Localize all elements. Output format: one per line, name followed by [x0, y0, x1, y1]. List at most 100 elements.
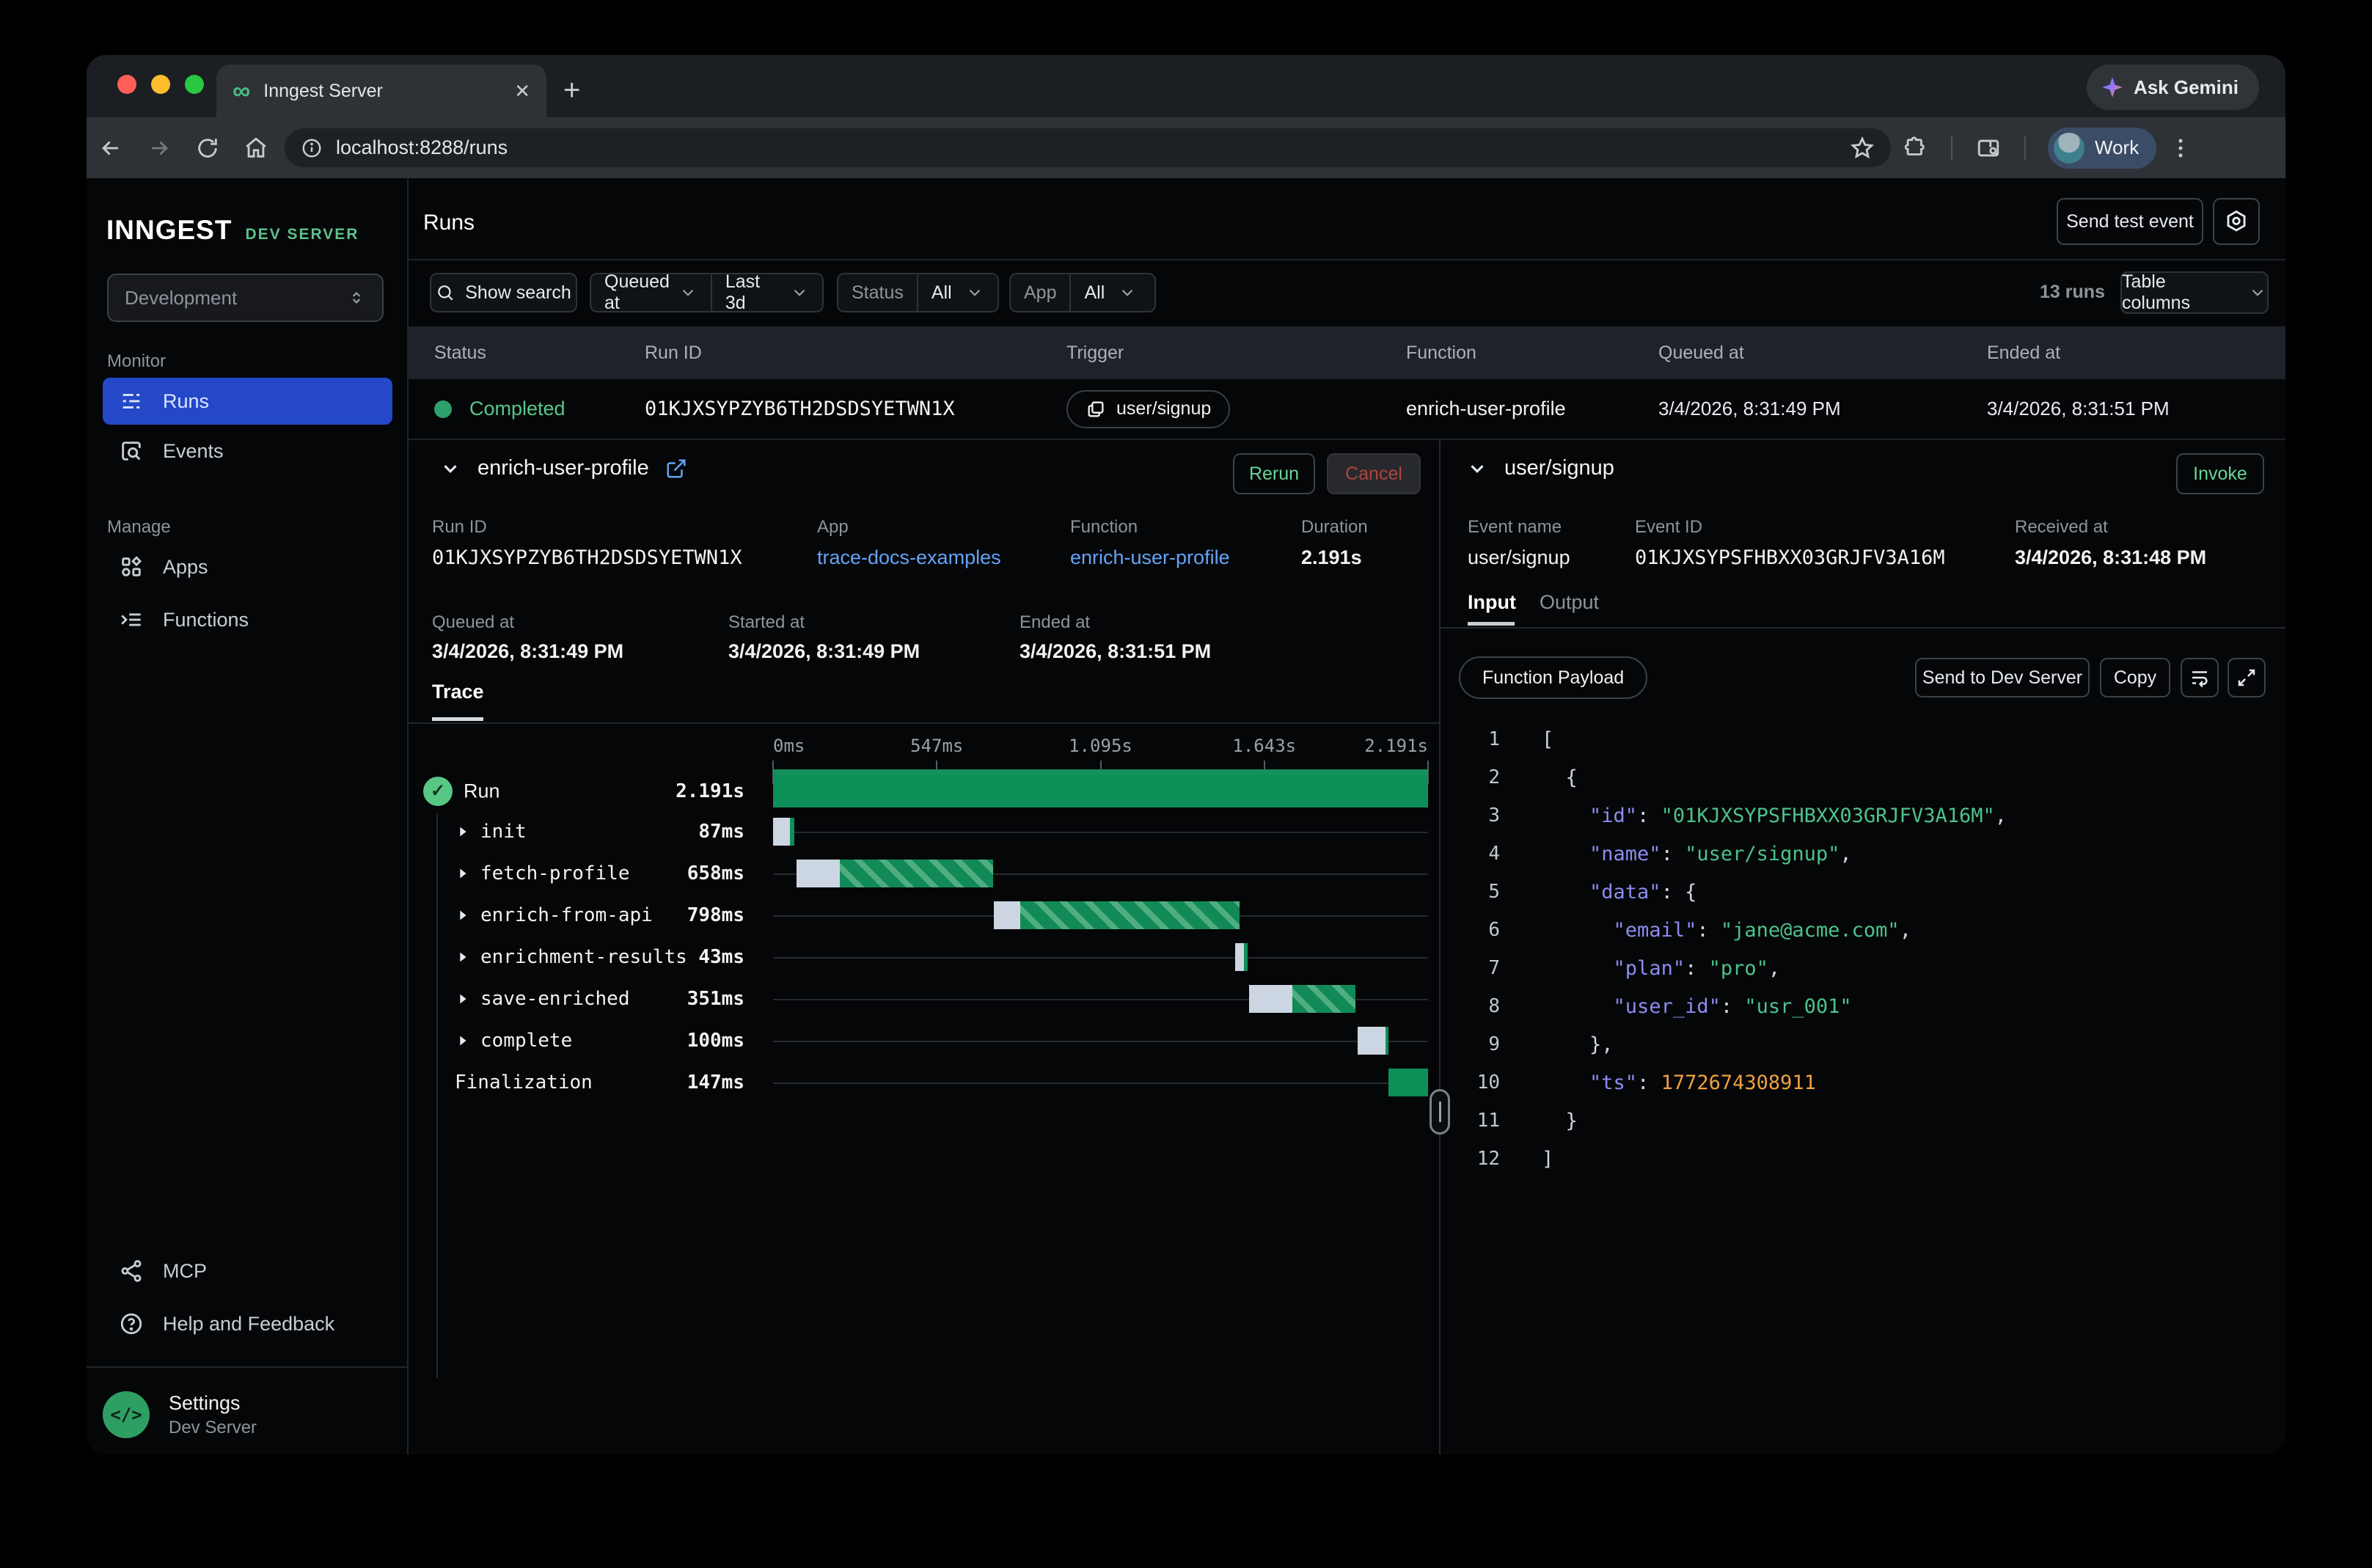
new-tab-button[interactable]: +	[563, 76, 580, 105]
sidebar-item-functions[interactable]: Functions	[103, 596, 392, 643]
sidebar-item-label: Apps	[163, 556, 208, 579]
minimize-window-button[interactable]	[151, 75, 170, 94]
app-filter-value[interactable]: All	[1071, 282, 1154, 304]
sidebar-item-settings[interactable]: </> Settings Dev Server	[103, 1391, 257, 1438]
trace-row-enrich-from-api[interactable]: enrich-from-api798ms	[409, 894, 1439, 936]
show-search-button[interactable]: Show search	[430, 273, 577, 312]
environment-select-value: Development	[125, 287, 347, 309]
settings-gear-button[interactable]	[2213, 198, 2260, 245]
tab-close-icon[interactable]: ✕	[514, 80, 530, 103]
function-link[interactable]: enrich-user-profile	[1070, 546, 1230, 569]
caret-right-icon[interactable]	[455, 991, 471, 1007]
line-number: 6	[1441, 919, 1500, 941]
sidebar-item-events[interactable]: Events	[103, 428, 392, 475]
axis-label: 0ms	[773, 736, 805, 756]
cancel-button[interactable]: Cancel	[1327, 453, 1421, 494]
line-number: 3	[1441, 805, 1500, 827]
run-detail-panel: enrich-user-profile Rerun Cancel Run ID …	[409, 440, 1439, 1454]
caret-right-icon[interactable]	[455, 824, 471, 840]
sidebar-item-label: Help and Feedback	[163, 1313, 334, 1336]
send-test-event-button[interactable]: Send test event	[2057, 198, 2203, 245]
collapse-chevron-icon[interactable]	[439, 458, 461, 480]
status-filter-value[interactable]: All	[918, 282, 998, 304]
trace-row-run[interactable]: ✓Run2.191s	[409, 770, 1439, 812]
extensions-button[interactable]	[1891, 136, 1939, 161]
code-line: 7 "plan": "pro",	[1441, 949, 2285, 987]
home-button[interactable]	[232, 136, 280, 161]
trace-bar-segment	[1249, 985, 1292, 1013]
bookmark-star-icon[interactable]	[1850, 136, 1875, 161]
trace-bar-segment	[797, 860, 840, 887]
tab-input[interactable]: Input	[1468, 591, 1516, 614]
filter-bar: Show search Queued at Last 3d Status	[409, 273, 2285, 312]
caret-right-icon[interactable]	[455, 865, 471, 882]
run-title: enrich-user-profile	[477, 456, 649, 480]
received-at-label: Received at	[2015, 517, 2108, 538]
app-link[interactable]: trace-docs-examples	[817, 546, 1001, 569]
maximize-window-button[interactable]	[185, 75, 204, 94]
close-window-button[interactable]	[117, 75, 136, 94]
copy-button[interactable]: Copy	[2100, 658, 2170, 697]
word-wrap-button[interactable]	[2181, 658, 2219, 697]
ask-gemini-button[interactable]: Ask Gemini	[2087, 65, 2259, 110]
expand-button[interactable]	[2228, 658, 2266, 697]
chevron-down-icon	[2248, 283, 2267, 302]
table-columns-button[interactable]: Table columns	[2120, 271, 2269, 314]
sidebar-section-monitor: Monitor	[107, 351, 166, 372]
caret-right-icon[interactable]	[455, 907, 471, 923]
trigger-pill[interactable]: user/signup	[1066, 390, 1230, 428]
time-range-dropdown[interactable]: Last 3d	[712, 271, 822, 314]
browser-menu-button[interactable]	[2156, 136, 2205, 161]
apps-shapes-icon	[119, 554, 144, 579]
sidebar-divider	[87, 1366, 407, 1368]
line-number: 12	[1441, 1148, 1500, 1170]
trace-row-fetch-profile[interactable]: fetch-profile658ms	[409, 852, 1439, 894]
send-to-dev-server-button[interactable]: Send to Dev Server	[1915, 658, 2090, 697]
sidebar-item-apps[interactable]: Apps	[103, 543, 392, 590]
tab-trace[interactable]: Trace	[432, 681, 484, 703]
time-filter[interactable]: Queued at Last 3d	[590, 273, 824, 312]
column-ended-at: Ended at	[1987, 342, 2285, 364]
trace-row-complete[interactable]: complete100ms	[409, 1019, 1439, 1061]
back-button[interactable]	[87, 136, 135, 161]
trace-row-finalization[interactable]: Finalization147ms	[409, 1061, 1439, 1103]
event-panel-divider	[1441, 627, 2285, 629]
time-range-label: Last 3d	[725, 271, 781, 314]
function-payload-pill[interactable]: Function Payload	[1459, 656, 1647, 699]
rerun-label: Rerun	[1249, 464, 1299, 485]
kebab-menu-icon	[2168, 136, 2193, 161]
queued-at-dropdown[interactable]: Queued at	[591, 271, 711, 314]
forward-button[interactable]	[135, 136, 183, 161]
caret-right-icon[interactable]	[455, 949, 471, 965]
invoke-button[interactable]: Invoke	[2176, 453, 2264, 494]
tab-output[interactable]: Output	[1540, 591, 1599, 614]
trace-row-init[interactable]: init87ms	[409, 810, 1439, 852]
send-test-event-label: Send test event	[2066, 211, 2194, 232]
sidebar-item-help[interactable]: Help and Feedback	[103, 1300, 392, 1347]
code-line: 8 "user_id": "usr_001"	[1441, 987, 2285, 1025]
table-row[interactable]: Completed 01KJXSYPZYB6TH2DSDSYETWN1X use…	[409, 379, 2285, 440]
trace-row-enrichment-results[interactable]: enrichment-results43ms	[409, 936, 1439, 978]
sidebar-item-mcp[interactable]: MCP	[103, 1248, 392, 1294]
trigger-label: user/signup	[1116, 398, 1211, 420]
trace-bar-segment	[1386, 1027, 1388, 1055]
trace-step-duration: 43ms	[698, 946, 744, 968]
collapse-chevron-icon[interactable]	[1466, 458, 1488, 480]
invoke-label: Invoke	[2193, 464, 2247, 485]
app-filter[interactable]: App All	[1009, 273, 1156, 312]
browser-profile-chip[interactable]: Work	[2048, 128, 2156, 169]
side-panel-button[interactable]	[1964, 136, 2013, 161]
trace-row-save-enriched[interactable]: save-enriched351ms	[409, 978, 1439, 1019]
environment-select[interactable]: Development	[107, 274, 384, 322]
run-detail-header: enrich-user-profile	[439, 456, 687, 480]
browser-tab[interactable]: ∞ Inngest Server ✕	[216, 65, 546, 117]
url-text[interactable]: localhost:8288/runs	[336, 136, 1837, 159]
status-filter[interactable]: Status All	[837, 273, 999, 312]
url-bar[interactable]: localhost:8288/runs	[285, 128, 1891, 167]
rerun-button[interactable]: Rerun	[1233, 453, 1315, 494]
caret-right-icon[interactable]	[455, 1033, 471, 1049]
external-link-icon[interactable]	[665, 458, 687, 480]
reload-button[interactable]	[183, 136, 232, 161]
site-info-icon[interactable]	[301, 137, 323, 159]
sidebar-item-runs[interactable]: Runs	[103, 378, 392, 425]
